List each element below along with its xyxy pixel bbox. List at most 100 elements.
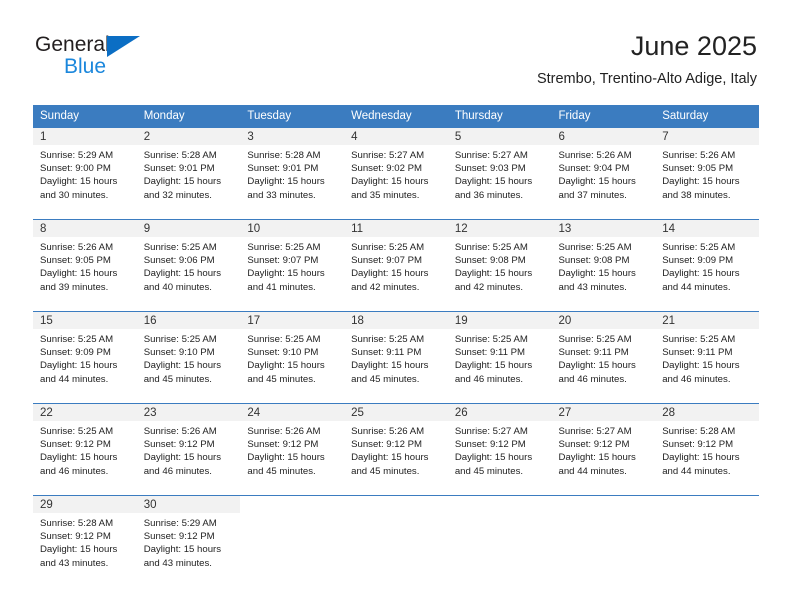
day-detail-line: Daylight: 15 hours — [662, 176, 740, 188]
calendar-day-cell[interactable]: 17 Sunrise: 5:25 AM Sunset: 9:10 PM Dayligh… — [240, 311, 345, 404]
calendar-day-cell[interactable]: 9 Sunrise: 5:25 AM Sunset: 9:06 PM Daylight… — [136, 219, 241, 312]
day-detail-line: Daylight: 15 hours — [247, 268, 325, 280]
day-detail-line: Sunrise: 5:25 AM — [351, 242, 425, 253]
day-detail-line: Sunset: 9:12 PM — [143, 531, 215, 543]
day-detail-line: Daylight: 15 hours — [558, 452, 636, 464]
calendar-day-cell[interactable]: 27 Sunrise: 5:27 AM Sunset: 9:12 PM Dayligh… — [551, 403, 656, 496]
calendar-day-cell[interactable]: 21 Sunrise: 5:25 AM Sunset: 9:11 PM Dayligh… — [655, 311, 759, 404]
calendar-day-cell[interactable]: 5 Sunrise: 5:27 AM Sunset: 9:03 PM Daylight… — [447, 127, 552, 220]
calendar-page: General Blue June 2025 Strembo, Trentino… — [0, 0, 792, 612]
day-detail-line: Sunrise: 5:25 AM — [558, 334, 632, 345]
calendar-day-cell[interactable]: 28 Sunrise: 5:28 AM Sunset: 9:12 PM Dayligh… — [655, 403, 759, 496]
calendar-day-cell[interactable]: 8 Sunrise: 5:26 AM Sunset: 9:05 PM Daylight… — [33, 219, 137, 312]
day-detail-line: and 46 minutes. — [143, 465, 212, 477]
day-number: 29 — [33, 496, 137, 513]
day-number: 11 — [344, 220, 448, 237]
day-detail-line: Sunset: 9:12 PM — [558, 439, 630, 451]
day-details: Sunrise: 5:25 AM Sunset: 9:08 PM Daylight:… — [552, 237, 656, 294]
calendar-day-cell[interactable]: 22 Sunrise: 5:25 AM Sunset: 9:12 PM Dayligh… — [33, 403, 137, 496]
day-number: 5 — [447, 128, 552, 145]
day-detail-line: Sunset: 9:12 PM — [454, 439, 526, 451]
calendar-day-cell[interactable]: 30 Sunrise: 5:29 AM Sunset: 9:12 PM Dayligh… — [136, 495, 241, 587]
day-number: 7 — [655, 128, 759, 145]
day-detail-line: Sunrise: 5:29 AM — [143, 518, 217, 529]
calendar-day-cell[interactable]: 11 Sunrise: 5:25 AM Sunset: 9:07 PM Dayligh… — [344, 219, 448, 312]
day-detail-line: and 42 minutes. — [351, 281, 420, 293]
calendar-day-cell[interactable]: 23 Sunrise: 5:26 AM Sunset: 9:12 PM Dayligh… — [136, 403, 241, 496]
day-detail-line: Sunrise: 5:25 AM — [40, 334, 114, 345]
calendar-day-cell[interactable]: 1 Sunrise: 5:29 AM Sunset: 9:00 PM Daylight… — [33, 127, 137, 220]
day-detail-line: Sunrise: 5:25 AM — [454, 334, 528, 345]
day-details: Sunrise: 5:25 AM Sunset: 9:11 PM Daylight:… — [552, 329, 656, 386]
day-detail-line: Sunset: 9:02 PM — [351, 163, 423, 175]
day-detail-line: Daylight: 15 hours — [143, 452, 222, 464]
day-detail-line: Sunrise: 5:26 AM — [143, 426, 217, 437]
day-detail-line: Sunrise: 5:28 AM — [662, 426, 736, 437]
day-number: 15 — [33, 312, 137, 329]
calendar-day-cell[interactable]: 4 Sunrise: 5:27 AM Sunset: 9:02 PM Daylight… — [344, 127, 448, 220]
day-detail-line: Sunset: 9:11 PM — [558, 347, 629, 359]
day-detail-line: Daylight: 15 hours — [247, 452, 325, 464]
day-detail-line: Daylight: 15 hours — [143, 360, 222, 372]
calendar-day-cell[interactable]: 16 Sunrise: 5:25 AM Sunset: 9:10 PM Dayligh… — [136, 311, 241, 404]
day-number — [240, 496, 345, 513]
calendar-day-cell[interactable]: 20 Sunrise: 5:25 AM Sunset: 9:11 PM Dayligh… — [551, 311, 656, 404]
calendar-week-row: 1 Sunrise: 5:29 AM Sunset: 9:00 PM Daylight… — [33, 127, 759, 220]
day-detail-line: and 44 minutes. — [662, 281, 731, 293]
day-detail-line: Daylight: 15 hours — [143, 176, 222, 188]
logo-triangle-icon — [107, 36, 140, 57]
day-details: Sunrise: 5:25 AM Sunset: 9:07 PM Daylight:… — [240, 237, 344, 294]
day-detail-line: Sunrise: 5:25 AM — [247, 334, 321, 345]
calendar-day-cell[interactable]: 25 Sunrise: 5:26 AM Sunset: 9:12 PM Dayligh… — [344, 403, 448, 496]
day-detail-line: and 46 minutes. — [558, 373, 627, 385]
day-number: 8 — [33, 220, 137, 237]
day-number: 10 — [240, 220, 345, 237]
day-detail-line: Sunrise: 5:25 AM — [143, 242, 217, 253]
calendar-day-cell-empty — [240, 495, 345, 587]
day-detail-line: Sunrise: 5:27 AM — [454, 426, 528, 437]
day-detail-line: Sunset: 9:12 PM — [40, 531, 111, 543]
calendar-day-cell-empty — [551, 495, 656, 587]
day-detail-line: Sunrise: 5:27 AM — [558, 426, 632, 437]
day-detail-line: Sunrise: 5:25 AM — [662, 242, 736, 253]
day-detail-line: Sunrise: 5:26 AM — [247, 426, 321, 437]
day-detail-line: Sunset: 9:03 PM — [454, 163, 526, 175]
page-subtitle: Strembo, Trentino-Alto Adige, Italy — [536, 71, 757, 87]
day-detail-line: and 43 minutes. — [40, 557, 109, 569]
day-details: Sunrise: 5:25 AM Sunset: 9:12 PM Daylight:… — [33, 421, 137, 478]
weekday-header-tuesday: Tuesday — [240, 105, 345, 128]
calendar-day-cell[interactable]: 15 Sunrise: 5:25 AM Sunset: 9:09 PM Dayligh… — [33, 311, 137, 404]
calendar-day-cell[interactable]: 24 Sunrise: 5:26 AM Sunset: 9:12 PM Dayligh… — [240, 403, 345, 496]
calendar-day-cell[interactable]: 18 Sunrise: 5:25 AM Sunset: 9:11 PM Dayligh… — [344, 311, 448, 404]
day-details: Sunrise: 5:26 AM Sunset: 9:05 PM Daylight:… — [33, 237, 137, 294]
calendar-day-cell[interactable]: 3 Sunrise: 5:28 AM Sunset: 9:01 PM Daylight… — [240, 127, 345, 220]
calendar-day-cell[interactable]: 14 Sunrise: 5:25 AM Sunset: 9:09 PM Dayligh… — [655, 219, 759, 312]
calendar-day-cell[interactable]: 7 Sunrise: 5:26 AM Sunset: 9:05 PM Daylight… — [655, 127, 759, 220]
day-detail-line: Sunset: 9:00 PM — [40, 163, 111, 175]
day-detail-line: and 45 minutes. — [247, 465, 316, 477]
weekday-header-thursday: Thursday — [447, 105, 552, 128]
day-number: 25 — [344, 404, 448, 421]
calendar-day-cell[interactable]: 12 Sunrise: 5:25 AM Sunset: 9:08 PM Dayligh… — [447, 219, 552, 312]
day-detail-line: Daylight: 15 hours — [351, 176, 429, 188]
day-number: 30 — [136, 496, 241, 513]
calendar-day-cell[interactable]: 19 Sunrise: 5:25 AM Sunset: 9:11 PM Dayligh… — [447, 311, 552, 404]
day-number: 22 — [33, 404, 137, 421]
day-detail-line: and 35 minutes. — [351, 189, 420, 201]
calendar-day-cell[interactable]: 29 Sunrise: 5:28 AM Sunset: 9:12 PM Dayligh… — [33, 495, 137, 587]
day-detail-line: Sunset: 9:12 PM — [247, 439, 319, 451]
day-details: Sunrise: 5:25 AM Sunset: 9:08 PM Daylight:… — [448, 237, 552, 294]
calendar-day-cell[interactable]: 2 Sunrise: 5:28 AM Sunset: 9:01 PM Daylight… — [136, 127, 241, 220]
day-number: 16 — [136, 312, 241, 329]
day-number: 27 — [551, 404, 656, 421]
calendar-day-cell[interactable]: 26 Sunrise: 5:27 AM Sunset: 9:12 PM Dayligh… — [447, 403, 552, 496]
calendar-day-cell[interactable]: 13 Sunrise: 5:25 AM Sunset: 9:08 PM Dayligh… — [551, 219, 656, 312]
day-detail-line: and 43 minutes. — [558, 281, 627, 293]
day-detail-line: Sunrise: 5:26 AM — [662, 150, 736, 161]
day-detail-line: Sunset: 9:01 PM — [247, 163, 319, 175]
day-details: Sunrise: 5:27 AM Sunset: 9:12 PM Daylight:… — [552, 421, 656, 478]
calendar-day-cell[interactable]: 6 Sunrise: 5:26 AM Sunset: 9:04 PM Daylight… — [551, 127, 656, 220]
day-detail-line: Sunset: 9:05 PM — [40, 255, 111, 267]
day-detail-line: Sunrise: 5:26 AM — [351, 426, 425, 437]
calendar-day-cell[interactable]: 10 Sunrise: 5:25 AM Sunset: 9:07 PM Dayligh… — [240, 219, 345, 312]
